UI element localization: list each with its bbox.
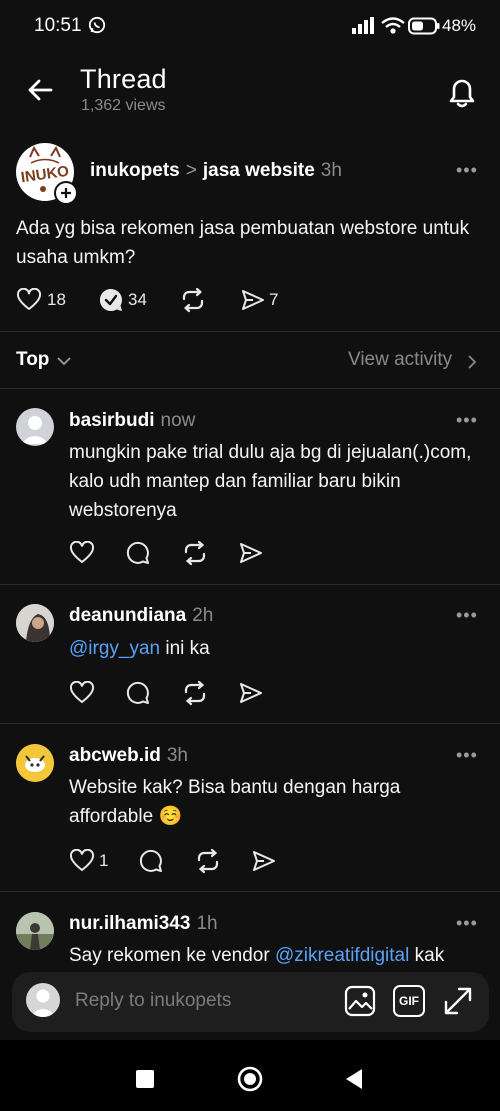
reply-author[interactable]: deanundiana xyxy=(69,605,186,626)
divider xyxy=(0,331,500,332)
user-photo xyxy=(16,604,54,642)
like-button[interactable]: 18 xyxy=(16,288,98,312)
heart-icon xyxy=(69,849,95,872)
post-topic[interactable]: jasa website xyxy=(203,160,315,181)
gif-label: GIF xyxy=(399,994,419,1008)
wifi-icon xyxy=(381,17,405,34)
send-icon[interactable] xyxy=(251,849,277,873)
reply-author[interactable]: abcweb.id xyxy=(69,745,161,766)
reply-icon[interactable] xyxy=(125,680,151,706)
divider xyxy=(0,584,500,585)
reply-header: deanundiana 2h xyxy=(69,605,213,627)
like-count: 1 xyxy=(99,851,109,870)
reply-text: Say rekomen ke vendor @zikreatifdigital … xyxy=(69,941,489,970)
post-header: inukopets > jasa website 3h xyxy=(90,160,342,182)
battery-percent: 48% xyxy=(442,16,477,35)
share-button[interactable]: 7 xyxy=(240,288,278,312)
page-title: Thread xyxy=(80,64,167,94)
divider xyxy=(0,388,500,389)
post-author[interactable]: inukopets xyxy=(90,160,180,181)
chevron-right-icon[interactable] xyxy=(466,354,478,370)
chevron-down-icon[interactable] xyxy=(56,355,72,367)
topic-separator: > xyxy=(185,160,197,181)
reply-count: 34 xyxy=(128,290,147,309)
my-avatar xyxy=(26,983,60,1017)
post-text: Ada yg bisa rekomen jasa pembuatan webst… xyxy=(16,218,470,268)
post-time: 3h xyxy=(320,160,342,181)
reply-text-body: Say rekomen ke vendor xyxy=(69,945,275,966)
like-button[interactable]: 1 xyxy=(69,849,108,873)
back-arrow-icon[interactable] xyxy=(22,72,58,108)
reply-avatar[interactable] xyxy=(16,604,54,642)
share-count: 7 xyxy=(269,290,279,309)
reply-more-icon[interactable]: ••• xyxy=(456,745,478,766)
mention-link[interactable]: @zikreatifdigital xyxy=(275,945,409,966)
view-count: 1,362 views xyxy=(81,97,166,114)
reply-header: nur.ilhami343 1h xyxy=(69,913,218,935)
repost-icon[interactable] xyxy=(182,680,208,706)
image-icon[interactable] xyxy=(344,985,376,1017)
repost-icon[interactable] xyxy=(182,540,208,566)
back-triangle-icon[interactable] xyxy=(344,1067,364,1091)
sort-dropdown[interactable]: Top xyxy=(16,349,49,371)
post-more-icon[interactable]: ••• xyxy=(456,160,478,181)
gif-button[interactable]: GIF xyxy=(393,985,425,1017)
expand-icon[interactable] xyxy=(442,985,474,1017)
repost-icon[interactable] xyxy=(195,848,221,874)
reply-avatar[interactable] xyxy=(16,408,54,446)
reply-more-icon[interactable]: ••• xyxy=(456,913,478,934)
reply-time: 3h xyxy=(166,745,188,766)
divider xyxy=(0,891,500,892)
reply-author[interactable]: nur.ilhami343 xyxy=(69,913,190,934)
like-count: 18 xyxy=(47,290,66,309)
heart-icon[interactable] xyxy=(69,541,95,565)
signal-icon xyxy=(352,17,374,34)
divider xyxy=(0,723,500,724)
reply-time: 2h xyxy=(192,605,214,626)
home-button[interactable] xyxy=(237,1066,263,1092)
send-icon[interactable] xyxy=(238,541,264,565)
reply-input[interactable]: Reply to inukopets xyxy=(75,990,231,1012)
reply-text: mungkin pake trial dulu aja bg di jejual… xyxy=(69,442,472,521)
reply-actions xyxy=(69,680,264,706)
reply-text: @irgy_yan ini ka xyxy=(69,634,484,663)
reply-icon[interactable] xyxy=(138,848,164,874)
reply-time: 1h xyxy=(196,913,218,934)
reply-time: now xyxy=(160,410,196,431)
bell-icon[interactable] xyxy=(442,72,482,112)
battery-icon xyxy=(408,17,440,35)
status-time: 10:51 xyxy=(34,15,82,36)
default-user-icon xyxy=(30,989,56,1017)
heart-icon xyxy=(16,288,42,310)
recents-button[interactable] xyxy=(136,1070,154,1088)
send-icon[interactable] xyxy=(238,681,264,705)
reply-avatar[interactable] xyxy=(16,744,54,782)
reply-header: abcweb.id 3h xyxy=(69,745,188,767)
view-activity-link[interactable]: View activity xyxy=(348,349,452,371)
post-actions: 18 34 7 xyxy=(16,287,278,313)
reply-icon[interactable] xyxy=(125,540,151,566)
reply-more-icon[interactable]: ••• xyxy=(456,410,478,431)
reply-more-icon[interactable]: ••• xyxy=(456,605,478,626)
reply-button[interactable]: 34 xyxy=(98,287,180,313)
mention-link[interactable]: @irgy_yan xyxy=(69,638,160,659)
abcweb-logo xyxy=(16,744,54,782)
reply-text-body: ini ka xyxy=(160,638,210,659)
follow-plus-icon[interactable] xyxy=(54,181,78,205)
reply-text: Website kak? Bisa bantu dengan harga aff… xyxy=(69,777,401,827)
heart-icon[interactable] xyxy=(69,681,95,705)
whatsapp-notification-icon xyxy=(88,16,106,34)
reply-actions xyxy=(69,540,264,566)
reply-actions: 1 xyxy=(69,848,277,874)
repost-button[interactable] xyxy=(180,287,240,313)
send-icon xyxy=(242,290,264,310)
reply-avatar[interactable] xyxy=(16,912,54,950)
reply-header: basirbudi now xyxy=(69,410,195,432)
user-photo xyxy=(16,912,54,950)
reply-author[interactable]: basirbudi xyxy=(69,410,155,431)
default-user-icon xyxy=(21,416,49,444)
repost-icon xyxy=(182,287,204,313)
reply-verified-icon xyxy=(99,288,122,311)
reply-text-body: kak xyxy=(409,945,445,966)
